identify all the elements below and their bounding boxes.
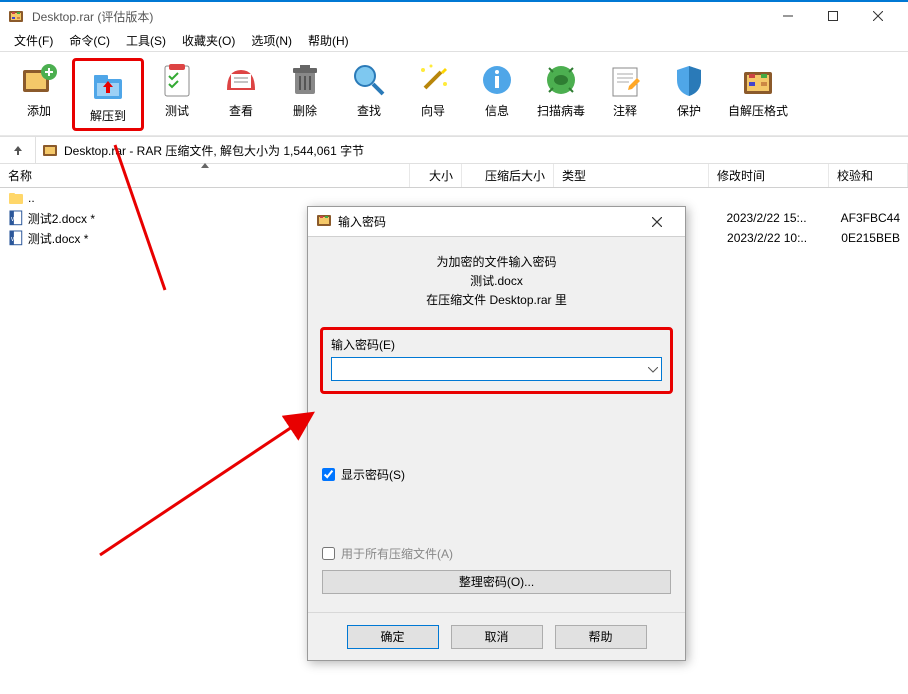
dialog-buttons: 确定 取消 帮助 <box>308 613 685 661</box>
list-item[interactable]: .. <box>0 188 908 208</box>
file-mtime: 2023/2/22 10:.. <box>719 231 829 245</box>
close-button[interactable] <box>855 2 900 30</box>
password-dialog: 输入密码 为加密的文件输入密码 测试.docx 在压缩文件 Desktop.ra… <box>307 206 686 661</box>
wizard-icon <box>413 60 453 100</box>
address-text: Desktop.rar - RAR 压缩文件, 解包大小为 1,544,061 … <box>64 142 364 159</box>
toolbar-sfx-label: 自解压格式 <box>728 102 788 119</box>
help-button[interactable]: 帮助 <box>555 625 647 649</box>
toolbar-test-label: 测试 <box>165 102 189 119</box>
toolbar-protect-label: 保护 <box>677 102 701 119</box>
protect-icon <box>669 60 709 100</box>
toolbar-add[interactable]: 添加 <box>8 58 70 131</box>
toolbar-wizard[interactable]: 向导 <box>402 58 464 131</box>
titlebar: Desktop.rar (评估版本) <box>0 0 908 30</box>
toolbar-view[interactable]: 查看 <box>210 58 272 131</box>
highlight-extract: 解压到 <box>72 58 144 131</box>
cancel-button[interactable]: 取消 <box>451 625 543 649</box>
docx-icon: W <box>8 230 24 246</box>
toolbar-info-label: 信息 <box>485 102 509 119</box>
sfx-icon <box>738 60 778 100</box>
window-controls <box>765 2 900 30</box>
menubar: 文件(F) 命令(C) 工具(S) 收藏夹(O) 选项(N) 帮助(H) <box>0 30 908 52</box>
file-crc: AF3FBC44 <box>833 211 908 225</box>
menu-tools[interactable]: 工具(S) <box>118 30 174 51</box>
toolbar-delete[interactable]: 删除 <box>274 58 336 131</box>
file-mtime: 2023/2/22 15:.. <box>718 211 828 225</box>
winrar-icon <box>316 212 332 231</box>
toolbar-extract[interactable]: 解压到 <box>77 63 139 126</box>
col-crc[interactable]: 校验和 <box>829 164 908 187</box>
toolbar-extract-label: 解压到 <box>90 107 126 124</box>
find-icon <box>349 60 389 100</box>
col-type[interactable]: 类型 <box>554 164 709 187</box>
menu-commands[interactable]: 命令(C) <box>61 30 118 51</box>
add-icon <box>19 60 59 100</box>
toolbar-scan[interactable]: 扫描病毒 <box>530 58 592 131</box>
menu-help[interactable]: 帮助(H) <box>300 30 357 51</box>
column-headers: 名称 大小 压缩后大小 类型 修改时间 校验和 <box>0 164 908 188</box>
toolbar-test[interactable]: 测试 <box>146 58 208 131</box>
show-password-input[interactable] <box>322 468 335 481</box>
toolbar-scan-label: 扫描病毒 <box>537 102 585 119</box>
toolbar-comment[interactable]: 注释 <box>594 58 656 131</box>
close-icon <box>652 217 662 227</box>
use-for-all-input[interactable] <box>322 547 335 560</box>
col-packed[interactable]: 压缩后大小 <box>462 164 554 187</box>
archive-icon <box>42 142 58 158</box>
dialog-close-button[interactable] <box>637 207 677 236</box>
menu-file[interactable]: 文件(F) <box>6 30 61 51</box>
col-mtime[interactable]: 修改时间 <box>709 164 829 187</box>
toolbar-sfx[interactable]: 自解压格式 <box>722 58 794 131</box>
folder-up-icon <box>8 190 24 206</box>
toolbar-delete-label: 删除 <box>293 102 317 119</box>
address-path[interactable]: Desktop.rar - RAR 压缩文件, 解包大小为 1,544,061 … <box>36 142 908 159</box>
col-size[interactable]: 大小 <box>410 164 462 187</box>
test-icon <box>157 60 197 100</box>
password-label: 输入密码(E) <box>331 336 662 353</box>
toolbar-info[interactable]: 信息 <box>466 58 528 131</box>
nav-up-button[interactable] <box>0 137 36 163</box>
dialog-body: 为加密的文件输入密码 测试.docx 在压缩文件 Desktop.rar 里 输… <box>308 237 685 613</box>
address-bar: Desktop.rar - RAR 压缩文件, 解包大小为 1,544,061 … <box>0 136 908 164</box>
use-for-all-checkbox[interactable]: 用于所有压缩文件(A) <box>322 545 671 562</box>
comment-icon <box>605 60 645 100</box>
highlight-password: 输入密码(E) <box>320 327 673 394</box>
toolbar-protect[interactable]: 保护 <box>658 58 720 131</box>
col-name[interactable]: 名称 <box>0 164 410 187</box>
toolbar-wizard-label: 向导 <box>421 102 445 119</box>
svg-text:W: W <box>11 237 17 243</box>
delete-icon <box>285 60 325 100</box>
minimize-button[interactable] <box>765 2 810 30</box>
winrar-icon <box>8 8 24 24</box>
maximize-button[interactable] <box>810 2 855 30</box>
ok-button[interactable]: 确定 <box>347 625 439 649</box>
up-arrow-icon <box>11 143 25 157</box>
dialog-title: 输入密码 <box>338 213 637 230</box>
svg-text:W: W <box>11 217 17 223</box>
docx-icon: W <box>8 210 24 226</box>
file-name: .. <box>28 191 416 205</box>
view-icon <box>221 60 261 100</box>
toolbar-comment-label: 注释 <box>613 102 637 119</box>
extract-icon <box>88 65 128 105</box>
window-title: Desktop.rar (评估版本) <box>32 8 765 25</box>
toolbar-find-label: 查找 <box>357 102 381 119</box>
dialog-titlebar: 输入密码 <box>308 207 685 237</box>
show-password-checkbox[interactable]: 显示密码(S) <box>322 466 671 483</box>
toolbar-view-label: 查看 <box>229 102 253 119</box>
organize-passwords-button[interactable]: 整理密码(O)... <box>322 570 671 594</box>
menu-favorites[interactable]: 收藏夹(O) <box>174 30 243 51</box>
password-input[interactable] <box>331 357 662 381</box>
menu-options[interactable]: 选项(N) <box>243 30 300 51</box>
toolbar-add-label: 添加 <box>27 102 51 119</box>
info-icon <box>477 60 517 100</box>
toolbar-find[interactable]: 查找 <box>338 58 400 131</box>
scan-icon <box>541 60 581 100</box>
dialog-message: 为加密的文件输入密码 测试.docx 在压缩文件 Desktop.rar 里 <box>322 253 671 311</box>
file-crc: 0E215BEB <box>833 231 908 245</box>
toolbar: 添加 解压到 测试 查看 删除 查找 向导 信息 扫描病毒 注释 保护 <box>0 52 908 136</box>
